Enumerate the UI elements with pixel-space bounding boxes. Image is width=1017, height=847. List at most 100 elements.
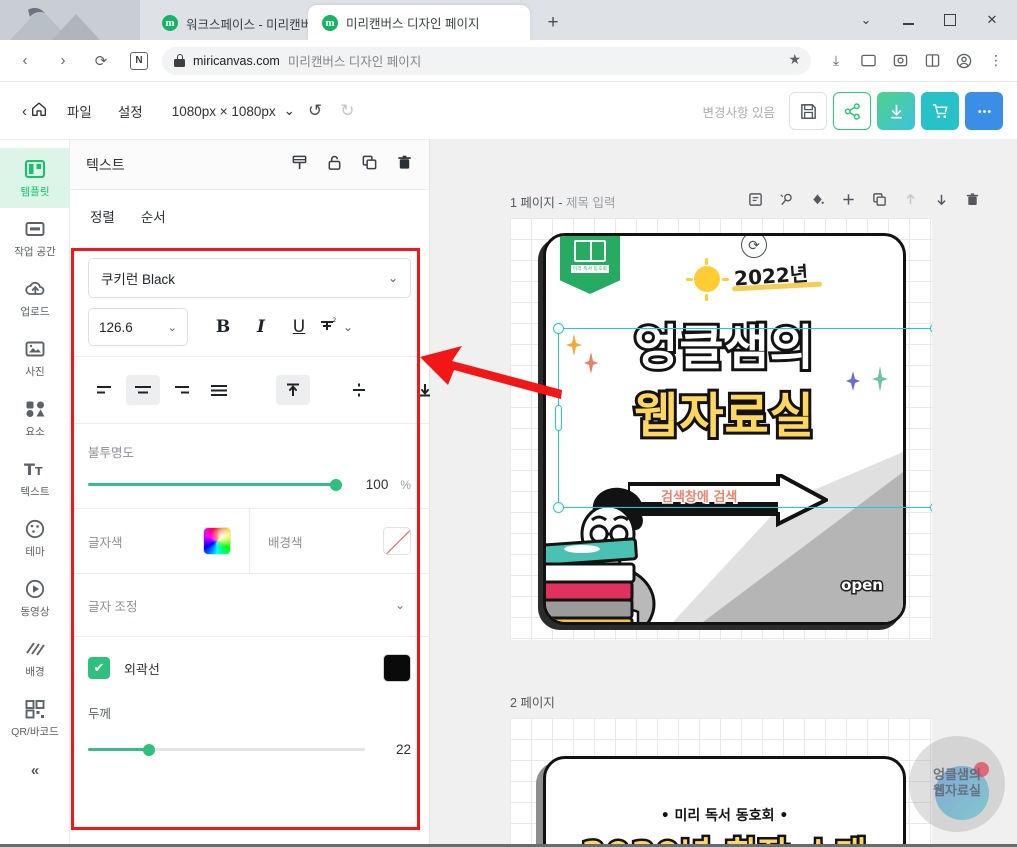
collapse-sidebar-button[interactable]: « — [0, 748, 70, 792]
add-icon[interactable] — [841, 192, 856, 210]
settings-menu[interactable]: 설정 — [105, 101, 156, 121]
address-title: 미리캔버스 디자인 페이지 — [288, 51, 421, 70]
download-button[interactable] — [877, 92, 915, 130]
align-right-icon[interactable] — [164, 375, 198, 405]
thickness-slider[interactable] — [88, 748, 365, 751]
sidebar-item-theme[interactable]: 테마 — [0, 508, 70, 568]
selection-bounding-box[interactable] — [558, 328, 932, 508]
underline-button[interactable]: U — [280, 310, 318, 344]
reload-button[interactable]: ⟳ — [84, 44, 118, 78]
resize-handle-bottom-left[interactable] — [553, 502, 564, 513]
save-button[interactable] — [789, 92, 827, 130]
browser-tab-bar: m 워크스페이스 - 미리캔버스 m 미리캔버스 디자인 페이지 + ⌄ ✕ — [0, 0, 1017, 40]
text-color-control[interactable]: 글자색 — [70, 509, 249, 573]
more-button[interactable] — [965, 92, 1003, 130]
opacity-slider[interactable] — [88, 483, 342, 486]
resize-handle-top-right[interactable] — [930, 323, 932, 334]
italic-button[interactable]: I — [242, 310, 280, 344]
opacity-slider-knob[interactable] — [330, 479, 342, 491]
minimize-button[interactable] — [887, 4, 929, 36]
file-menu[interactable]: 파일 — [54, 101, 105, 121]
opacity-section: 불투명도 100 % — [70, 424, 429, 508]
font-size-select[interactable]: 126.6 ⌄ — [88, 308, 188, 346]
letter-adjust-row[interactable]: 글자 조정 ⌄ — [70, 574, 429, 636]
browser-menu-icon[interactable]: ⋮ — [981, 46, 1011, 76]
status-text: 변경사항 있음 — [703, 102, 775, 121]
note-icon[interactable] — [748, 192, 763, 210]
screenshot-icon[interactable] — [885, 46, 915, 76]
sidebar-item-photo[interactable]: 사진 — [0, 328, 70, 388]
fill-icon[interactable] — [810, 192, 825, 210]
sidebar-item-template[interactable]: 템플릿 — [0, 148, 70, 208]
forward-button[interactable]: › — [46, 44, 80, 78]
sidebar-item-elements[interactable]: 요소 — [0, 388, 70, 448]
editor-toolbar-left: ‹ 파일 설정 1080px × 1080px ⌄ ↺ ↻ — [0, 100, 363, 122]
download-icon[interactable]: ⤓ — [821, 46, 851, 76]
split-view-icon[interactable] — [917, 46, 947, 76]
tab-search-chevron-icon[interactable]: ⌄ — [845, 4, 887, 36]
home-button[interactable]: ‹ — [16, 100, 54, 122]
sidebar-item-upload[interactable]: 업로드 — [0, 268, 70, 328]
page-1-canvas[interactable]: 미리 독서 동호회 ⟳ 2022년 엉클샘의 웹자료실 — [510, 218, 932, 640]
cast-icon[interactable] — [853, 46, 883, 76]
sidebar-item-qr-barcode[interactable]: QR/바코드 — [0, 688, 70, 748]
canvas-size-selector[interactable]: 1080px × 1080px ⌄ — [156, 103, 299, 119]
editor-toolbar-right: 변경사항 있음 — [703, 92, 1017, 130]
cart-button[interactable] — [921, 92, 959, 130]
thickness-section: 두께 22 — [70, 699, 429, 757]
address-bar[interactable]: miricanvas.com 미리캔버스 디자인 페이지 ★ — [162, 47, 811, 75]
align-left-icon[interactable] — [88, 375, 122, 405]
sidebar-item-video[interactable]: 동영상 — [0, 568, 70, 628]
chevron-down-icon: ⌄ — [168, 321, 177, 334]
sidebar-item-label: 동영상 — [21, 604, 50, 619]
page2-title: 2 페이지 — [510, 692, 555, 711]
background-color-swatch[interactable] — [383, 527, 411, 555]
text-color-swatch[interactable] — [203, 527, 231, 555]
bookmark-star-icon[interactable]: ★ — [788, 51, 801, 68]
undo-button[interactable]: ↺ — [299, 101, 331, 121]
move-up-icon[interactable] — [903, 192, 918, 210]
profile-icon[interactable] — [949, 46, 979, 76]
browser-tab-design-page[interactable]: m 미리캔버스 디자인 페이지 — [308, 5, 530, 40]
duplicate-icon[interactable] — [361, 154, 378, 176]
back-button[interactable]: ‹ — [8, 44, 42, 78]
resize-handle-bottom-right[interactable] — [930, 502, 932, 513]
page1-title-placeholder[interactable]: 제목 입력 — [566, 196, 615, 210]
chevron-down-icon[interactable]: ⌄ — [389, 594, 411, 616]
move-down-icon[interactable] — [934, 192, 949, 210]
svg-text:T: T — [35, 465, 43, 478]
align-middle-icon[interactable] — [342, 375, 376, 405]
sidebar-item-text[interactable]: TT 텍스트 — [0, 448, 70, 508]
align-top-icon[interactable] — [276, 375, 310, 405]
tab-align[interactable]: 정렬 — [90, 206, 115, 226]
delete-icon[interactable] — [965, 192, 980, 210]
tab-order[interactable]: 순서 — [141, 206, 166, 226]
outline-checkbox[interactable]: ✔ — [88, 657, 110, 679]
outline-color-swatch[interactable] — [383, 654, 411, 682]
unlock-icon[interactable] — [326, 154, 343, 176]
close-button[interactable]: ✕ — [971, 4, 1013, 36]
page-2-canvas[interactable]: • 미리 독서 동호회 • 2030년 회장 소개 — [510, 718, 932, 847]
thickness-slider-knob[interactable] — [143, 744, 155, 756]
svg-text:T: T — [24, 460, 35, 479]
magic-icon[interactable] — [779, 192, 794, 210]
panel-header-actions — [291, 154, 413, 176]
share-button[interactable] — [833, 92, 871, 130]
text-case-button[interactable]: 2 ⌄ — [318, 316, 353, 339]
align-justify-icon[interactable] — [202, 375, 236, 405]
font-family-select[interactable]: 쿠키런 Black ⌄ — [88, 258, 411, 298]
trash-icon[interactable] — [396, 154, 413, 176]
sidebar-item-background[interactable]: 배경 — [0, 628, 70, 688]
naver-extension-icon[interactable]: N — [122, 44, 156, 78]
maximize-button[interactable] — [929, 4, 971, 36]
sidebar-item-label: 작업 공간 — [14, 244, 56, 259]
align-center-icon[interactable] — [126, 375, 160, 405]
duplicate-icon[interactable] — [872, 192, 887, 210]
new-tab-button[interactable]: + — [540, 10, 566, 36]
brush-icon[interactable] — [291, 154, 308, 176]
thickness-label: 두께 — [88, 703, 411, 722]
background-color-control[interactable]: 배경색 — [250, 509, 429, 573]
redo-button[interactable]: ↻ — [331, 101, 363, 121]
sidebar-item-workspace[interactable]: 작업 공간 — [0, 208, 70, 268]
bold-button[interactable]: B — [204, 310, 242, 344]
